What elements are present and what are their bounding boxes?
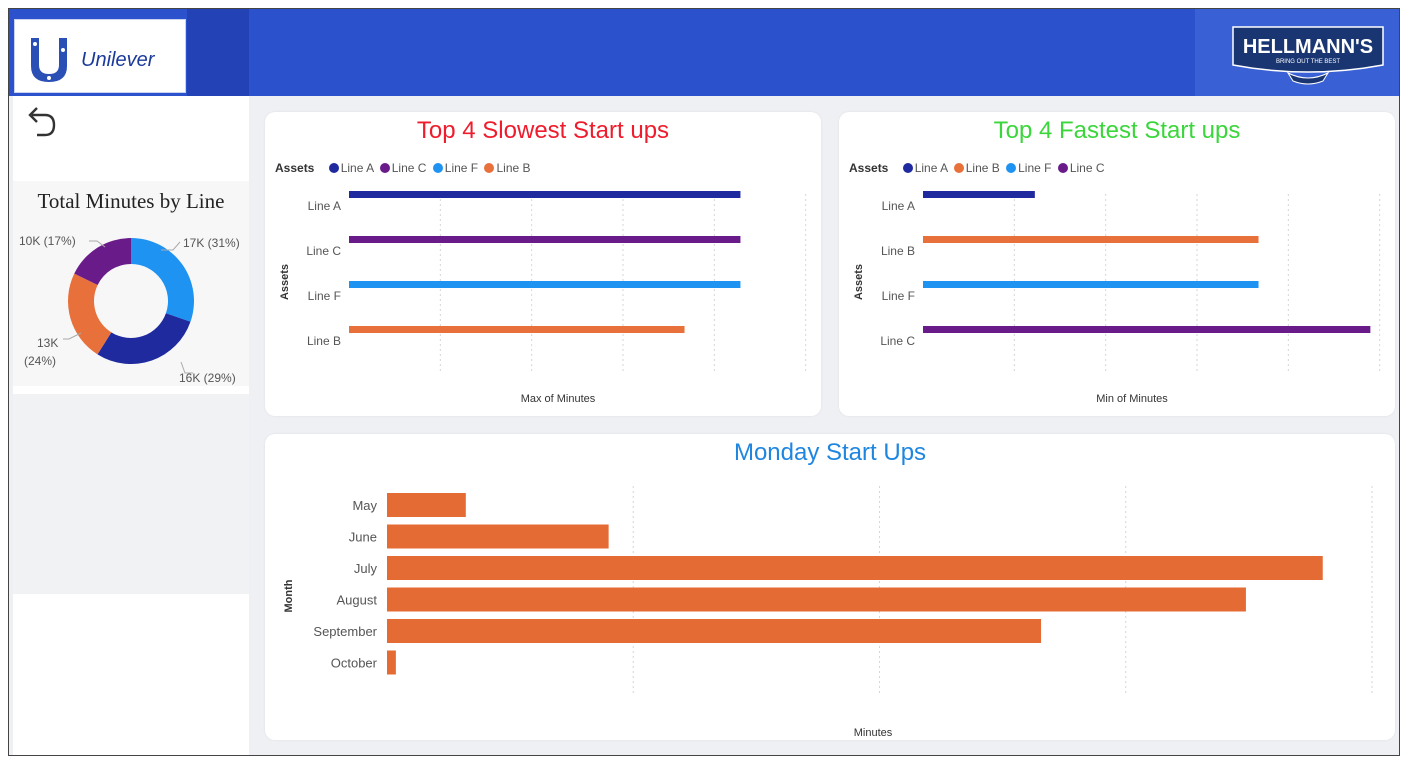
y-tick-label: Line C xyxy=(880,334,915,348)
bar xyxy=(387,524,609,549)
donut-card: Total Minutes by Line 17K (31%) 16K (29%)… xyxy=(13,181,249,386)
monday-chart: May June July August September October Month Mi… xyxy=(283,486,1373,739)
y-tick-label: June xyxy=(349,530,377,545)
y-axis-title: Month xyxy=(283,579,295,612)
y-tick-label: Line F xyxy=(308,289,341,303)
donut-label: 17K (31%) xyxy=(183,236,240,250)
bar xyxy=(387,587,1246,612)
y-tick-label: Line A xyxy=(882,199,915,213)
bar xyxy=(387,619,1042,643)
monday-card: Monday Start Ups May June July August Septem… xyxy=(265,434,1395,740)
unilever-logo[interactable]: Unilever xyxy=(14,19,186,93)
report-canvas: Unilever HELLMANN'S BRING OUT THE BEST T… xyxy=(8,8,1400,756)
donut-slice xyxy=(131,238,194,322)
donut-label: (24%) xyxy=(24,354,56,368)
bar xyxy=(349,281,741,288)
y-tick-label: Line C xyxy=(306,244,341,258)
left-blank-panel xyxy=(13,394,249,594)
bar xyxy=(923,326,1371,333)
undo-arrow-icon xyxy=(28,107,56,137)
y-tick-label: July xyxy=(354,561,378,576)
x-axis-title: Minutes xyxy=(854,727,893,739)
donut-slice xyxy=(68,273,112,355)
y-tick-label: October xyxy=(331,656,378,671)
bar xyxy=(387,650,396,675)
back-button[interactable] xyxy=(23,103,59,139)
y-tick-label: September xyxy=(313,624,377,639)
donut-label: 10K (17%) xyxy=(19,234,76,248)
bar xyxy=(923,281,1259,288)
ribbon-icon xyxy=(1286,71,1330,85)
bar xyxy=(387,556,1323,580)
donut-label: 13K xyxy=(37,336,58,350)
donut-chart: 17K (31%) 16K (29%) 13K (24%) 10K (17%) xyxy=(19,234,240,385)
y-axis-title: Assets xyxy=(853,264,865,300)
report-header: Unilever HELLMANN'S BRING OUT THE BEST xyxy=(9,9,1399,96)
bar xyxy=(387,493,466,517)
x-axis-title: Max of Minutes xyxy=(521,393,596,405)
donut-slice xyxy=(97,313,191,364)
hellmanns-wordmark: HELLMANN'S xyxy=(1243,36,1373,58)
unilever-u-icon: Unilever xyxy=(31,38,156,82)
hellmanns-logo-area: HELLMANN'S BRING OUT THE BEST xyxy=(1195,9,1399,96)
fastest-card: Top 4 Fastest Start ups Assets Line A Li… xyxy=(839,112,1395,416)
y-tick-label: Line F xyxy=(882,289,915,303)
slowest-chart: Line A Line C Line F Line B Assets Max of Min… xyxy=(279,191,807,405)
donut-label: 16K (29%) xyxy=(179,371,236,385)
slowest-card: Top 4 Slowest Start ups Assets Line A Li… xyxy=(265,112,821,416)
fastest-chart: Line A Line B Line F Line C Assets Min of Min… xyxy=(853,191,1381,405)
y-tick-label: August xyxy=(337,593,378,608)
leader-line xyxy=(63,332,82,340)
y-tick-label: May xyxy=(352,498,377,513)
x-axis-title: Min of Minutes xyxy=(1096,393,1168,405)
hellmanns-tagline: BRING OUT THE BEST xyxy=(1276,59,1340,65)
bar xyxy=(349,326,685,333)
hellmanns-logo: HELLMANN'S BRING OUT THE BEST xyxy=(1232,26,1384,85)
bar xyxy=(349,191,741,198)
header-accent xyxy=(187,9,249,96)
y-tick-label: Line B xyxy=(307,334,341,348)
bar xyxy=(923,236,1259,243)
bar xyxy=(349,236,741,243)
bar xyxy=(923,191,1035,198)
y-tick-label: Line B xyxy=(881,244,915,258)
y-axis-title: Assets xyxy=(279,264,291,300)
unilever-wordmark: Unilever xyxy=(81,49,156,71)
y-tick-label: Line A xyxy=(308,199,341,213)
